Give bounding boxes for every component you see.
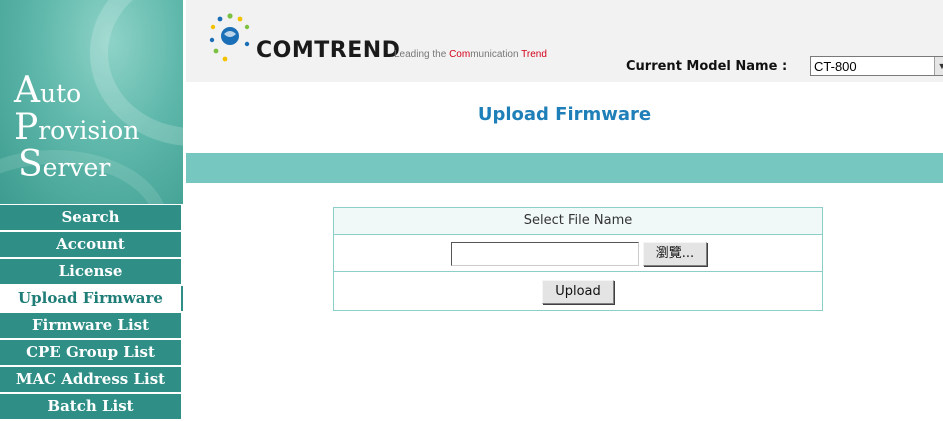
logo-tagline: Leading the Communication Trend: [394, 49, 547, 60]
sidebar-item-upload-firmware[interactable]: Upload Firmware: [0, 286, 183, 311]
sidebar-item-license[interactable]: License: [0, 259, 181, 284]
sidebar-menu: Search Account License Upload Firmware F…: [0, 205, 183, 421]
sidebar-item-account[interactable]: Account: [0, 232, 181, 257]
upload-form: Select File Name 瀏覽... Upload: [333, 207, 823, 311]
model-name-select[interactable]: CT-800 ▼: [810, 56, 943, 76]
file-path-input[interactable]: [451, 242, 639, 266]
sidebar-item-cpe-group-list[interactable]: CPE Group List: [0, 340, 181, 365]
page-title: Upload Firmware: [477, 104, 652, 125]
sidebar-item-firmware-list[interactable]: Firmware List: [0, 313, 181, 338]
logo-burst-icon: [209, 13, 250, 62]
chevron-down-icon[interactable]: ▼: [934, 57, 943, 75]
brand-line-server: Server: [18, 144, 111, 185]
brand-line-auto: Auto: [14, 70, 82, 111]
sidebar-item-search[interactable]: Search: [0, 205, 181, 230]
header: COMTREND Leading the Communication Trend…: [186, 0, 943, 82]
upload-row: Upload: [334, 272, 822, 310]
browse-button[interactable]: 瀏覽...: [643, 242, 707, 266]
sidebar-item-mac-address-list[interactable]: MAC Address List: [0, 367, 181, 392]
brand-line-provision: Provision: [14, 107, 140, 148]
model-name-label: Current Model Name :: [626, 59, 788, 74]
comtrend-logo: COMTREND Leading the Communication Trend: [208, 10, 588, 70]
upload-button[interactable]: Upload: [542, 280, 614, 304]
model-name-value: CT-800: [814, 59, 857, 74]
file-row: 瀏覽...: [334, 235, 822, 272]
sidebar: Auto Provision Server Search Account Lic…: [0, 0, 183, 419]
brand-panel: Auto Provision Server: [0, 0, 183, 204]
logo-wordmark: COMTREND: [256, 38, 401, 63]
sidebar-item-batch-list[interactable]: Batch List: [0, 394, 181, 419]
section-divider-bar: [186, 153, 943, 183]
select-file-header: Select File Name: [334, 208, 822, 235]
